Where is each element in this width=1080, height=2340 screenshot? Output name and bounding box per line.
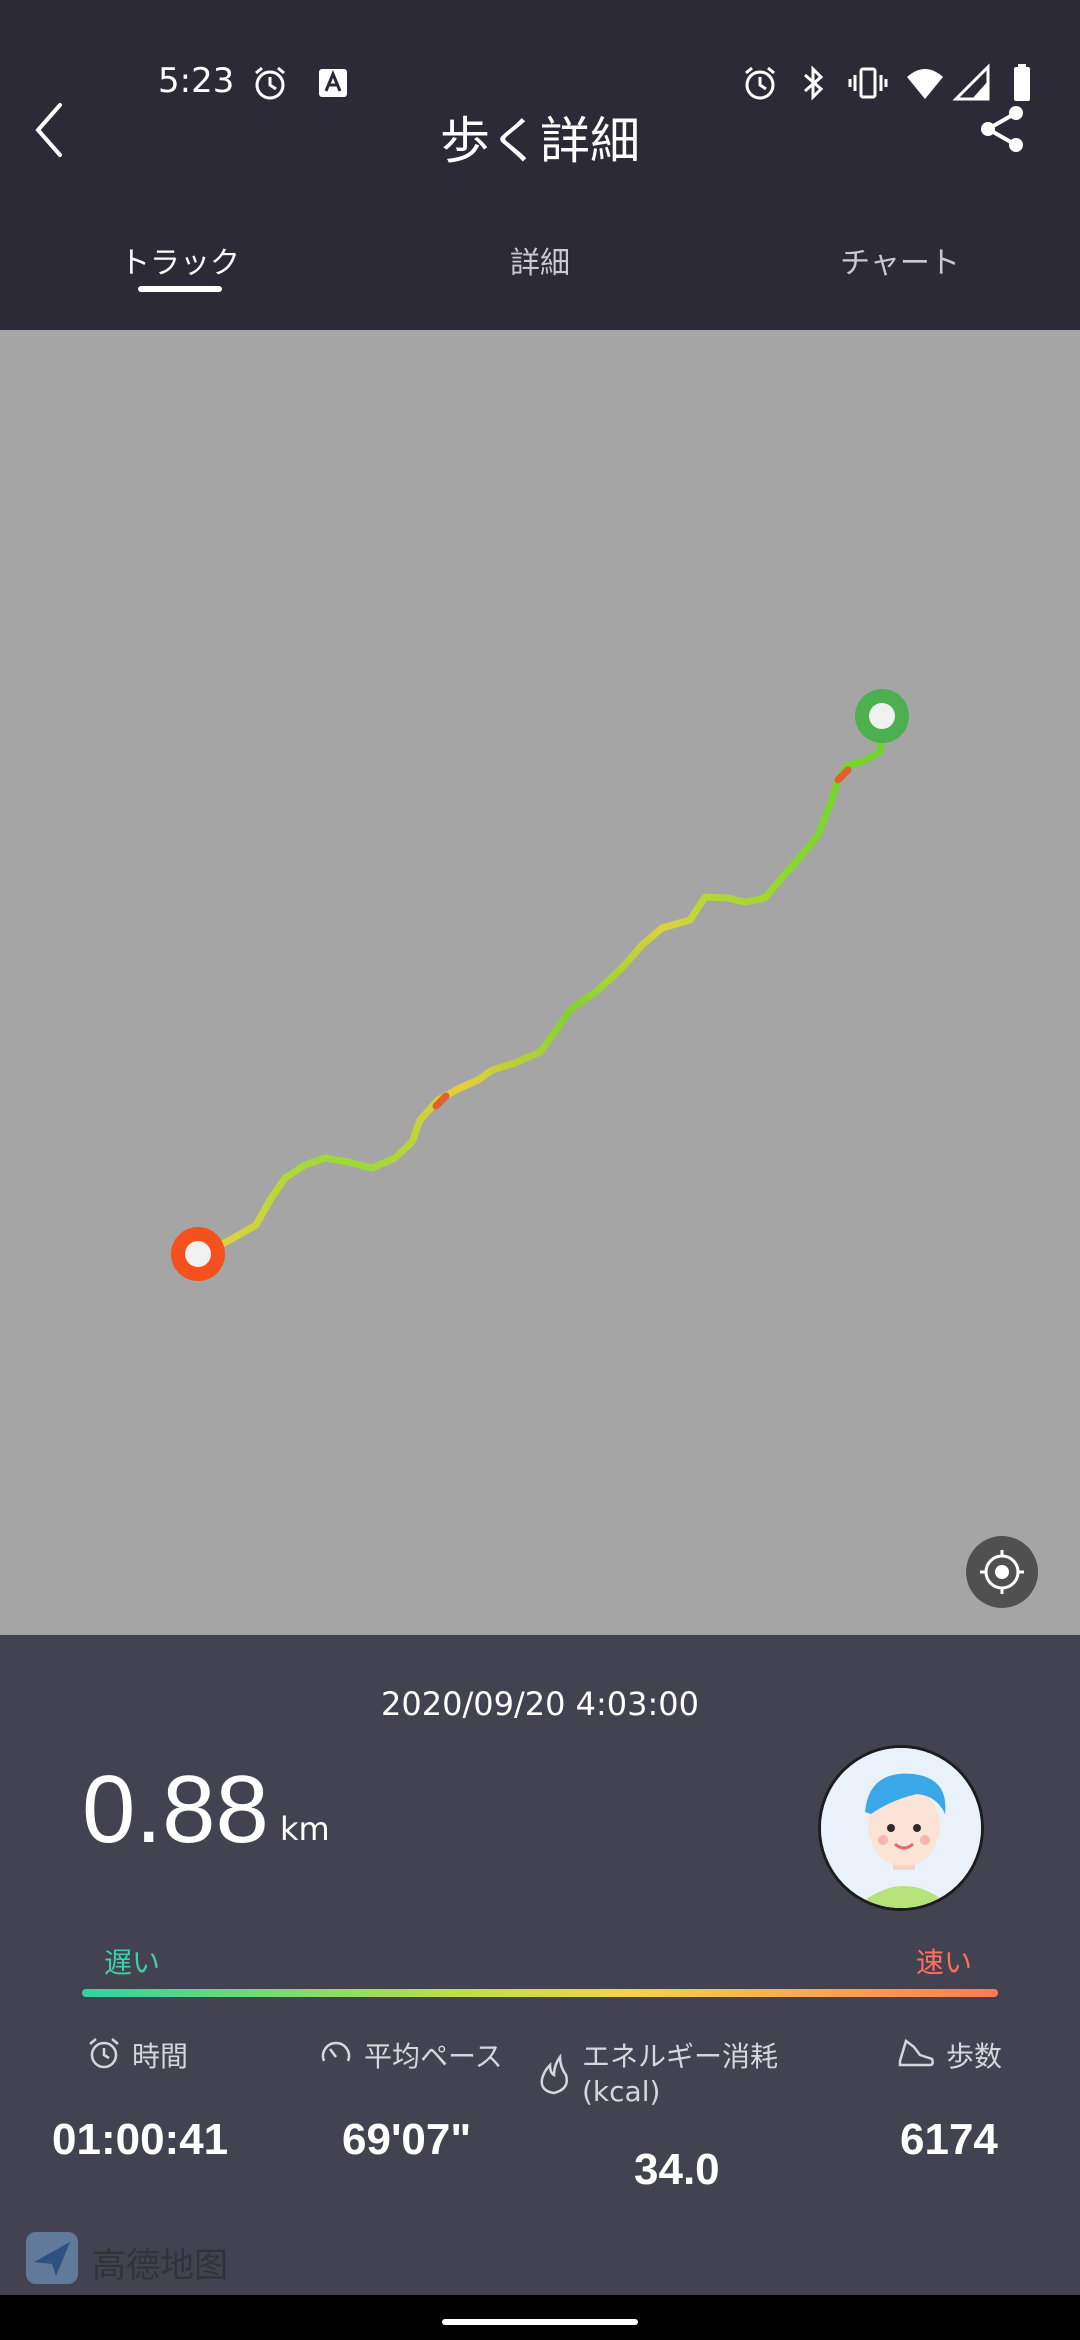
page-title: 歩く詳細	[440, 112, 640, 170]
tab-bar: トラック 詳細 チャート	[0, 220, 1080, 330]
stat-duration-label: 時間	[132, 2040, 189, 2073]
system-nav-bar	[0, 2295, 1080, 2340]
map-attribution-text: 高德地图	[92, 2246, 228, 2286]
start-marker	[855, 689, 909, 743]
stat-steps-value: 6174	[900, 2115, 998, 2164]
workout-datetime: 2020/09/20 4:03:00	[381, 1685, 699, 1723]
speedometer-icon	[321, 2041, 351, 2062]
stat-duration-value: 01:00:41	[52, 2115, 229, 2164]
stat-energy: エネルギー消耗 (kcal)	[536, 2035, 778, 2108]
map-attribution: 高德地图	[22, 2228, 242, 2288]
avatar[interactable]	[818, 1745, 984, 1911]
alarm-clock-icon	[89, 2038, 119, 2069]
stat-steps: 歩数	[896, 2035, 1002, 2075]
pace-legend-fast: 速い	[915, 1946, 972, 1979]
stat-energy-label: エネルギー消耗	[582, 2040, 779, 2073]
route-track	[171, 689, 909, 1281]
summary-panel: 2020/09/20 4:03:00 0.88 km 遅い 速い 時間 01:0…	[0, 1635, 1080, 2295]
stat-average-pace-value: 69'07"	[342, 2115, 472, 2164]
tab-details[interactable]: 詳細	[360, 238, 720, 282]
user-avatar-icon	[821, 1748, 981, 1908]
app-header: 5:23 歩く詳細 トラック 詳細 チャート	[0, 0, 1080, 330]
stat-average-pace: 平均ペース	[318, 2035, 503, 2075]
pace-legend-slow: 遅い	[104, 1946, 161, 1979]
shoe-icon	[898, 2038, 934, 2067]
crosshair-icon	[980, 1550, 1024, 1594]
stat-average-pace-label: 平均ペース	[364, 2040, 503, 2073]
home-gesture-handle[interactable]	[442, 2319, 638, 2325]
amap-logo-icon	[26, 2232, 78, 2284]
map-view[interactable]	[0, 330, 1080, 1635]
pace-gradient-bar	[82, 1989, 998, 1997]
stat-duration: 時間	[86, 2035, 188, 2075]
end-marker	[171, 1227, 225, 1281]
tab-chart[interactable]: チャート	[720, 238, 1080, 282]
active-tab-indicator	[138, 286, 222, 292]
stat-energy-unit: (kcal)	[582, 2075, 661, 2108]
stat-energy-value: 34.0	[634, 2145, 720, 2194]
flame-icon	[540, 2053, 568, 2095]
top-app-bar: 歩く詳細	[0, 95, 1080, 175]
distance-value: 0.88	[82, 1756, 269, 1863]
share-icon[interactable]	[976, 103, 1028, 155]
stat-steps-label: 歩数	[946, 2040, 1003, 2073]
tab-track[interactable]: トラック	[0, 238, 360, 282]
locate-me-button[interactable]	[966, 1536, 1038, 1608]
distance-unit: km	[280, 1810, 330, 1848]
